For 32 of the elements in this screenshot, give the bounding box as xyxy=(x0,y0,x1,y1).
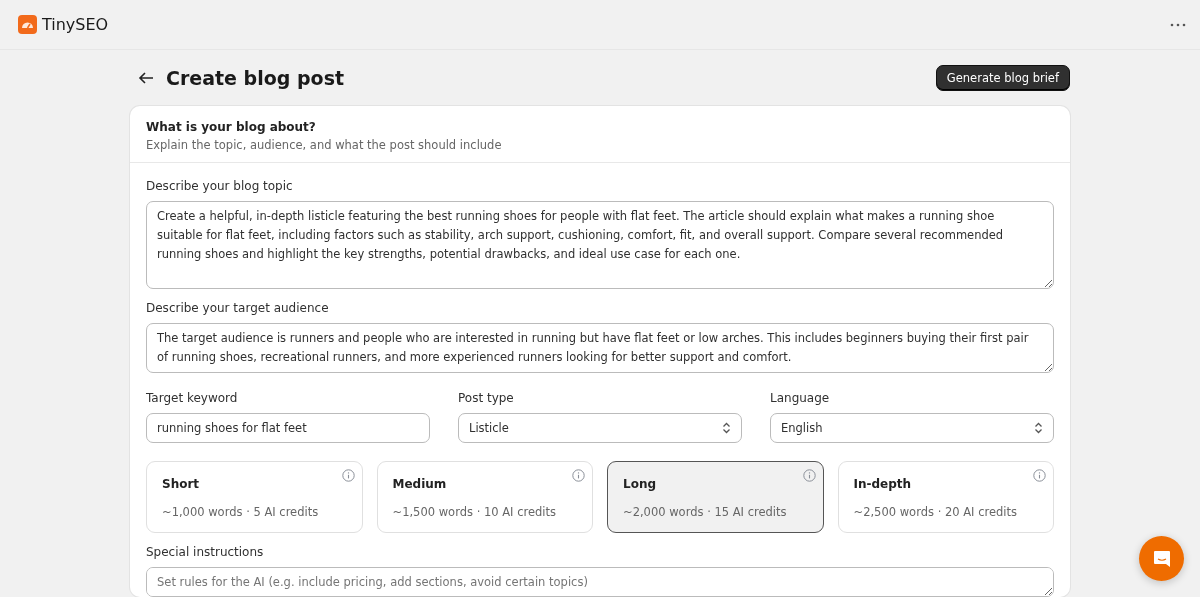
generate-button[interactable]: Generate blog brief xyxy=(935,65,1070,91)
more-icon[interactable] xyxy=(1170,22,1186,27)
field-label: Describe your blog topic xyxy=(146,179,294,193)
info-icon[interactable] xyxy=(1033,469,1046,482)
page-title: Create blog post xyxy=(166,67,345,89)
field-label: Describe your target audience xyxy=(146,301,330,315)
logo-icon xyxy=(18,15,37,34)
field-label: Post type xyxy=(458,391,515,405)
chat-button[interactable] xyxy=(1139,536,1184,581)
app-name: TinySEO xyxy=(42,15,109,34)
length-option[interactable]: Medium ~1,500 words · 10 AI credits xyxy=(376,461,593,533)
select-field[interactable]: Listicle xyxy=(458,413,742,443)
info-icon[interactable] xyxy=(802,469,816,482)
length-option[interactable]: Short ~1,000 words · 5 AI credits xyxy=(146,461,363,533)
select-field[interactable]: English xyxy=(770,413,1054,443)
length-option[interactable]: Long ~2,000 words · 15 AI credits xyxy=(607,461,824,533)
field-label: Special instructions xyxy=(146,545,265,559)
info-icon[interactable] xyxy=(341,469,355,482)
keyword-field[interactable]: running shoes for flat feet xyxy=(146,413,430,443)
instructions-field[interactable]: Set rules for the AI (e.g. include pricing, add sections, avoid certain topics) xyxy=(146,567,1054,597)
audience-field[interactable]: The target audience is runners and people who are interested in running but have flat feet or low arches. This includes beginners buying their first pair of running shoes, recreational runners, and more experienced runners looking for better support and comfort. xyxy=(146,323,1054,373)
info-icon[interactable] xyxy=(572,469,585,482)
chevron-up-down-icon xyxy=(722,422,731,434)
chat-bubble-icon xyxy=(1151,548,1172,569)
topic-field[interactable]: Create a helpful, in-depth listicle featuring the best running shoes for people with flat feet. The article should explain what makes a running shoe suitable for flat feet, including factors such as stability, arch support, cushioning, comfort, fit, and overall support. Compare several recommended running shoes and highlight the key strengths, potential drawbacks, and ideal use case for each one. xyxy=(146,201,1054,289)
length-option[interactable]: In-depth ~2,500 words · 20 AI credits xyxy=(837,461,1054,533)
field-label: Target keyword xyxy=(146,391,239,405)
card-title: What is your blog about? xyxy=(146,120,317,134)
field-label: Language xyxy=(770,391,831,405)
chevron-up-down-icon xyxy=(1034,422,1043,434)
card-subtitle: Explain the topic, audience, and what the post should include xyxy=(146,138,503,152)
back-icon[interactable] xyxy=(138,71,154,85)
